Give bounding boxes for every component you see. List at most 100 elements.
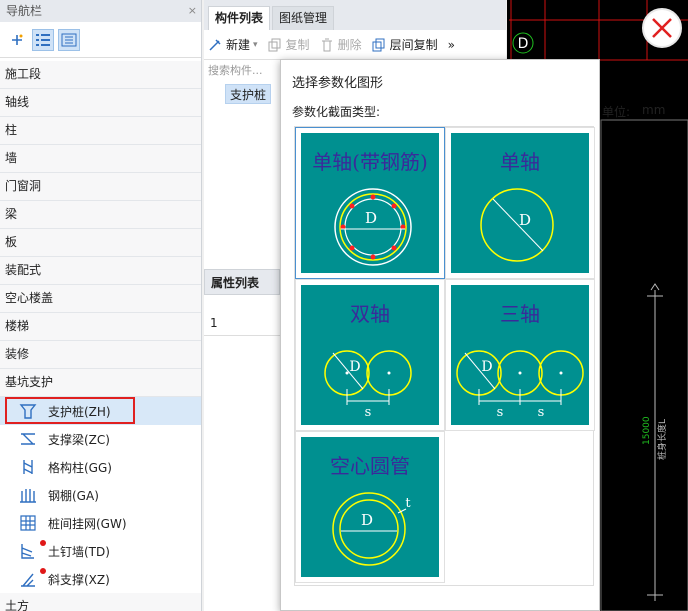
axis-marker-label: D (518, 36, 529, 52)
diameter-label: D (519, 211, 531, 229)
spacing-label: s (497, 405, 504, 420)
property-row-number: 1 (210, 316, 218, 330)
shape-diagram: D s s (456, 350, 584, 420)
shape-grid: 单轴(带钢筋) D 单轴 D 双轴 D s 三轴 D s s 空心圆管 D t (294, 126, 595, 586)
add-icon[interactable] (6, 29, 28, 51)
parametric-shape-dialog: 选择参数化图形 参数化截面类型: 单轴(带钢筋) D 单轴 D 双轴 D s 三… (280, 59, 600, 611)
nav-category[interactable]: 土方 (0, 593, 201, 611)
copy-label: 复制 (285, 38, 310, 52)
section-type-label: 参数化截面类型: (292, 105, 381, 119)
shape-card-double[interactable]: 双轴 D s (295, 279, 445, 431)
shape-diagram: D t (332, 492, 411, 566)
nav-category[interactable]: 门窗洞 (0, 173, 201, 201)
diameter-label: D (365, 209, 377, 227)
shape-card-single-rebar[interactable]: 单轴(带钢筋) D (295, 127, 445, 279)
nav-category[interactable]: 板 (0, 229, 201, 257)
sidebar-item-diagonal-brace[interactable]: 斜支撑(XZ) (0, 565, 201, 593)
spacing-label: s (365, 405, 372, 420)
close-icon (652, 18, 672, 38)
unit-label: 单位: (602, 105, 631, 119)
nav-category[interactable]: 空心楼盖 (0, 285, 201, 313)
layer-copy-label: 层间复制 (389, 38, 438, 52)
nav-category[interactable]: 装修 (0, 341, 201, 369)
nav-toolbar (0, 22, 201, 58)
mesh-icon (18, 513, 38, 533)
navigation-panel: 导航栏 × 施工段 轴线 柱 墙 门窗洞 梁 板 装配式 空心楼盖 楼梯 装修 … (0, 0, 202, 611)
component-item[interactable]: 支护桩 (225, 84, 272, 104)
detail-view-icon[interactable] (58, 28, 80, 51)
layer-copy-button[interactable]: 层间复制 (372, 36, 438, 53)
shape-preview: 单轴(带钢筋) D (301, 133, 439, 273)
dialog-close-button[interactable] (642, 8, 682, 48)
sidebar-item-label: 钢棚(GA) (48, 488, 99, 503)
shape-preview: 三轴 D s s (451, 285, 589, 425)
unit-value: mm (642, 103, 666, 117)
nav-category[interactable]: 装配式 (0, 257, 201, 285)
diameter-label: D (481, 359, 492, 375)
sidebar-item-strut-beam[interactable]: 支撑梁(ZC) (0, 425, 201, 453)
new-badge (40, 540, 46, 546)
nav-category[interactable]: 基坑支护 (0, 369, 201, 397)
tab-component-list[interactable]: 构件列表 (208, 6, 271, 30)
nav-category[interactable]: 轴线 (0, 89, 201, 117)
shape-preview: 单轴 D (451, 133, 589, 273)
nav-category[interactable]: 柱 (0, 117, 201, 145)
nav-category[interactable]: 梁 (0, 201, 201, 229)
dimension-value: 15000 (642, 416, 652, 445)
delete-button[interactable]: 删除 (320, 36, 362, 53)
shape-diagram: D s (324, 350, 412, 420)
tab-bar: 构件列表 图纸管理 (204, 0, 506, 30)
sidebar-item-label: 土钉墙(TD) (48, 544, 110, 559)
copy-button[interactable]: 复制 (268, 36, 310, 53)
sidebar-item-label: 桩间挂网(GW) (48, 516, 127, 531)
sidebar-item-label: 支撑梁(ZC) (48, 432, 110, 447)
new-icon (209, 38, 221, 51)
new-badge (40, 568, 46, 574)
sidebar-item-steel-shed[interactable]: 钢棚(GA) (0, 481, 201, 509)
diagonal-brace-icon (18, 569, 38, 589)
close-icon[interactable]: × (188, 0, 197, 22)
shape-diagram: D (334, 188, 412, 266)
shape-card-hollow-tube[interactable]: 空心圆管 D t (295, 431, 445, 583)
sidebar-item-soil-nail-wall[interactable]: 土钉墙(TD) (0, 537, 201, 565)
lattice-column-icon (18, 457, 38, 477)
component-toolbar: 新建 ▾ 复制 删除 层间复制 » (204, 30, 506, 60)
shape-preview: 双轴 D s (301, 285, 439, 425)
sidebar-item-label: 格构柱(GG) (48, 460, 112, 475)
copy-icon (268, 38, 281, 51)
shape-diagram: D (480, 188, 554, 262)
spacing-label: s (538, 405, 545, 420)
delete-label: 删除 (337, 38, 362, 52)
thickness-label: t (405, 496, 411, 511)
nav-category[interactable]: 楼梯 (0, 313, 201, 341)
new-button[interactable]: 新建 ▾ (208, 36, 258, 53)
nav-category[interactable]: 施工段 (0, 61, 201, 89)
soil-nail-wall-icon (18, 541, 38, 561)
highlight-box (5, 397, 135, 424)
sidebar-item-mesh[interactable]: 桩间挂网(GW) (0, 509, 201, 537)
sidebar-item-lattice-column[interactable]: 格构柱(GG) (0, 453, 201, 481)
shape-preview: 空心圆管 D t (301, 437, 439, 577)
chevron-down-icon[interactable]: ▾ (253, 40, 258, 50)
trash-icon (321, 38, 332, 51)
dialog-title: 选择参数化图形 (292, 76, 384, 91)
property-row[interactable]: 1 (204, 312, 280, 336)
nav-category[interactable]: 墙 (0, 145, 201, 173)
sidebar-item-label: 斜支撑(XZ) (48, 572, 110, 587)
diameter-label: D (349, 359, 360, 375)
strut-beam-icon (18, 429, 38, 449)
diameter-label: D (361, 511, 373, 529)
nav-list: 施工段 轴线 柱 墙 门窗洞 梁 板 装配式 空心楼盖 楼梯 装修 基坑支护 支… (0, 61, 201, 611)
shape-card-single[interactable]: 单轴 D (445, 127, 595, 279)
new-label: 新建 (226, 38, 251, 52)
more-icon[interactable]: » (448, 38, 455, 52)
tab-property-list[interactable]: 属性列表 (204, 269, 280, 295)
nav-title: 导航栏 (6, 4, 43, 18)
steel-shed-icon (18, 485, 38, 505)
layer-copy-icon (372, 38, 385, 51)
shape-card-triple[interactable]: 三轴 D s s (445, 279, 595, 431)
tab-drawing-management[interactable]: 图纸管理 (272, 6, 335, 30)
dimension-label: 桩身长度L (656, 419, 668, 460)
nav-title-bar: 导航栏 × (0, 0, 201, 22)
list-view-icon[interactable] (32, 28, 54, 51)
